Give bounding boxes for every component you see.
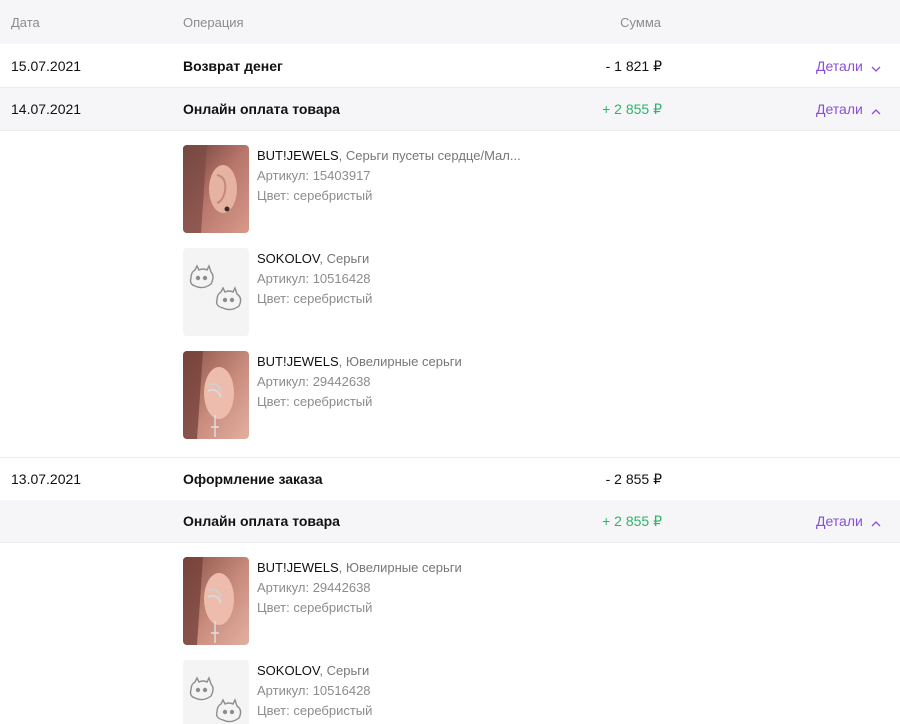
row-operation: Онлайн оплата товара [183,513,340,529]
list-item[interactable]: SOKOLOV, Серьги Артикул: 10516428 Цвет: … [183,660,743,724]
details-toggle[interactable]: Детали [816,101,881,118]
cat-earrings-photo [183,248,249,336]
row-date: 14.07.2021 [11,101,82,117]
details-toggle[interactable]: Детали [816,58,881,75]
list-item[interactable]: BUT!JEWELS, Ювелирные серьги Артикул: 29… [183,557,743,647]
transactions-page: Дата Операция Сумма 15.07.2021 Возврат д… [0,0,900,724]
details-label: Детали [816,513,863,529]
list-item[interactable]: BUT!JEWELS, Ювелирные серьги Артикул: 29… [183,351,743,441]
row-amount: - 1 821 ₽ [605,58,662,74]
table-row: 14.07.2021 Онлайн оплата товара + 2 855 … [0,88,900,131]
product-article: Артикул: 15403917 [257,168,371,183]
product-name: , Серьги [319,663,370,678]
product-color: Цвет: серебристый [257,600,373,615]
product-info: BUT!JEWELS, Ювелирные серьги Артикул: 29… [257,558,462,618]
ear-cuff-cross-photo [183,351,249,439]
chevron-up-icon [871,102,881,118]
ear-cuff-cross-photo [183,557,249,645]
list-item[interactable]: BUT!JEWELS, Серьги пусеты сердце/Мал... … [183,145,743,235]
product-color: Цвет: серебристый [257,394,373,409]
table-header: Дата Операция Сумма [0,0,900,44]
product-color: Цвет: серебристый [257,291,373,306]
row-date: 13.07.2021 [11,471,82,487]
product-brand: SOKOLOV [257,663,320,678]
details-label: Детали [816,101,863,117]
cat-earrings-photo [183,660,249,724]
product-info: SOKOLOV, Серьги Артикул: 10516428 Цвет: … [257,249,372,309]
product-info: SOKOLOV, Серьги Артикул: 10516428 Цвет: … [257,661,372,721]
row-amount: + 2 855 ₽ [602,513,662,529]
product-brand: BUT!JEWELS [257,148,339,163]
product-name: , Серьги [319,251,370,266]
product-name: , Серьги пусеты сердце/Мал... [338,148,521,163]
chevron-up-icon [871,514,881,530]
column-header-date: Дата [11,15,40,30]
table-row: 13.07.2021 Оформление заказа - 2 855 ₽ [0,458,900,501]
product-article: Артикул: 10516428 [257,683,371,698]
product-article: Артикул: 29442638 [257,580,371,595]
chevron-down-icon [871,59,881,75]
row-date: 15.07.2021 [11,58,82,74]
details-label: Детали [816,58,863,74]
product-brand: BUT!JEWELS [257,354,339,369]
product-color: Цвет: серебристый [257,188,373,203]
earring-heart-photo [183,145,249,233]
product-brand: BUT!JEWELS [257,560,339,575]
table-row: 15.07.2021 Возврат денег - 1 821 ₽ Детал… [0,45,900,88]
column-header-operation: Операция [183,15,244,30]
row-operation: Возврат денег [183,58,283,74]
product-color: Цвет: серебристый [257,703,373,718]
product-info: BUT!JEWELS, Ювелирные серьги Артикул: 29… [257,352,462,412]
table-row: Онлайн оплата товара + 2 855 ₽ Детали [0,500,900,543]
product-name: , Ювелирные серьги [338,560,462,575]
column-header-amount: Сумма [620,15,661,30]
product-info: BUT!JEWELS, Серьги пусеты сердце/Мал... … [257,146,521,206]
product-article: Артикул: 29442638 [257,374,371,389]
row-amount: - 2 855 ₽ [605,471,662,487]
row-operation: Оформление заказа [183,471,323,487]
row-operation: Онлайн оплата товара [183,101,340,117]
product-brand: SOKOLOV [257,251,320,266]
details-toggle[interactable]: Детали [816,513,881,530]
product-article: Артикул: 10516428 [257,271,371,286]
product-name: , Ювелирные серьги [338,354,462,369]
row-amount: + 2 855 ₽ [602,101,662,117]
list-item[interactable]: SOKOLOV, Серьги Артикул: 10516428 Цвет: … [183,248,743,338]
